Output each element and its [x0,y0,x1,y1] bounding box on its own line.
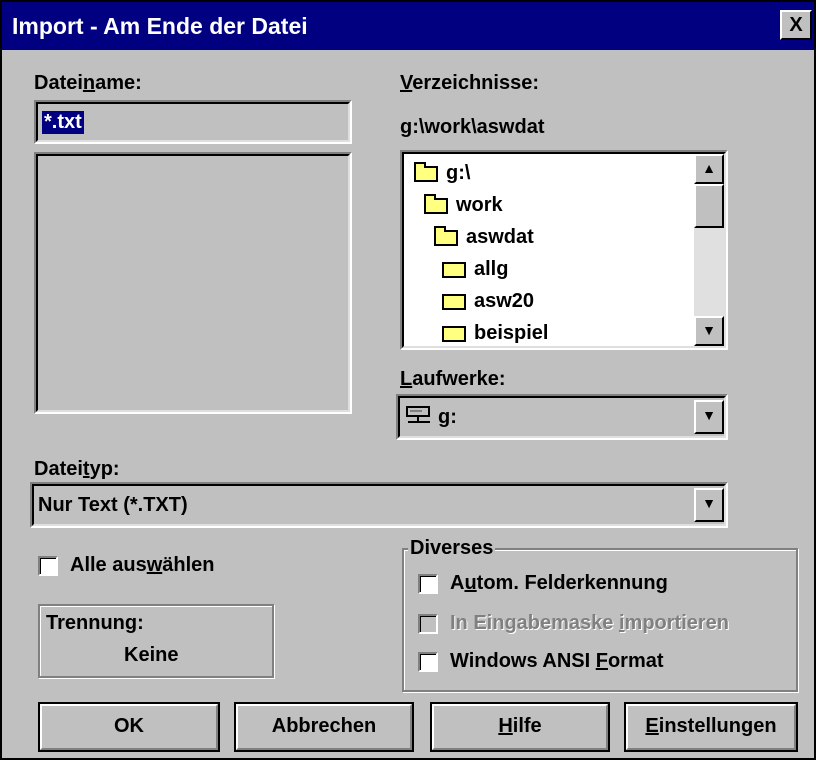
folder-icon [442,326,466,342]
help-button[interactable]: Hilfe [430,702,610,752]
auto-field-label: Autom. Felderkennung [450,572,668,594]
network-drive-icon [406,406,430,423]
separator-value: Keine [124,644,179,666]
select-all-checkbox[interactable]: Alle auswählen [38,552,298,580]
scroll-thumb[interactable] [694,184,724,228]
filename-input-frame: *.txt [34,100,352,144]
scroll-up-button[interactable]: ▲ [694,154,724,184]
import-dialog: Import - Am Ende der Datei X Dateiname: … [0,0,816,760]
folder-open-icon [424,194,448,214]
drive-value: g: [438,406,457,428]
filetype-label: Dateityp: [34,458,120,480]
directories-label: Verzeichnisse: [400,72,539,94]
close-button[interactable]: X [780,10,812,40]
cancel-button[interactable]: Abbrechen [234,702,414,752]
folder-icon [442,262,466,278]
file-list[interactable] [34,152,352,414]
import-mask-checkbox [418,614,438,634]
ansi-checkbox[interactable] [418,652,438,672]
separator-box: Trennung: Keine [38,604,274,678]
arrow-up-icon: ▲ [702,160,716,176]
directory-scrollbar[interactable]: ▲ ▼ [694,154,724,346]
drives-dropdown-button[interactable]: ▼ [694,400,724,434]
filename-label: Dateiname: [34,72,142,94]
filetype-value: Nur Text (*.TXT) [38,494,188,516]
filetype-dropdown-button[interactable]: ▼ [694,488,724,522]
ansi-label: Windows ANSI Format [450,650,664,672]
dialog-title: Import - Am Ende der Datei [12,13,308,39]
select-all-box[interactable] [38,556,58,576]
filename-input[interactable]: *.txt [42,111,84,134]
import-mask-label: In Eingabemaske importieren [450,612,729,634]
separator-label: Trennung: [46,612,144,634]
misc-group-label: Diverses [408,537,496,560]
close-icon: X [789,14,803,36]
option-auto-field-detection[interactable]: Autom. Felderkennung [418,570,788,598]
chevron-down-icon: ▼ [702,407,716,423]
ok-button[interactable]: OK [38,702,220,752]
drives-select[interactable]: g: ▼ [396,394,728,440]
folder-open-icon [434,226,458,246]
option-import-input-mask: In Eingabemaske importieren [418,610,788,638]
drives-label: Laufwerke: [400,368,506,390]
directory-tree[interactable]: g:\ work aswdat allg asw20 beispiel ▲ ▼ [400,150,728,350]
scroll-down-button[interactable]: ▼ [694,316,724,346]
settings-button[interactable]: Einstellungen [624,702,798,752]
auto-field-checkbox[interactable] [418,574,438,594]
option-windows-ansi[interactable]: Windows ANSI Format [418,648,788,676]
folder-icon [442,294,466,310]
select-all-label: Alle auswählen [70,554,215,576]
title-bar[interactable]: Import - Am Ende der Datei X [2,2,814,50]
arrow-down-icon: ▼ [702,322,716,338]
current-path: g:\work\aswdat [400,116,545,138]
chevron-down-icon: ▼ [702,495,716,511]
filetype-select[interactable]: Nur Text (*.TXT) ▼ [30,482,728,528]
folder-open-icon [414,162,438,182]
